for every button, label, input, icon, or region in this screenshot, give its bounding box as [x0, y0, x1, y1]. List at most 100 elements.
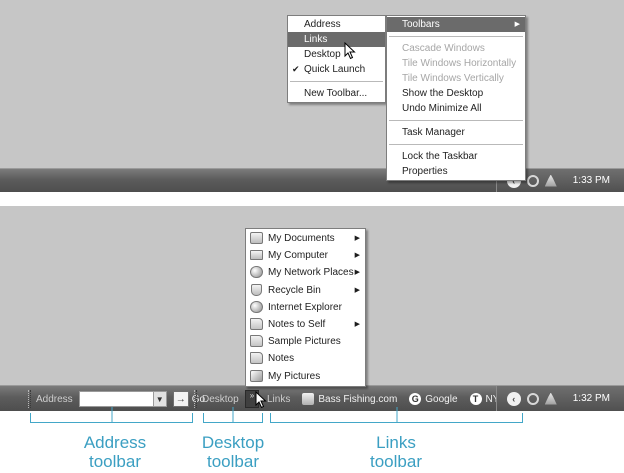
links-label: Links — [267, 393, 291, 405]
menu-item-show-desktop[interactable]: Show the Desktop — [387, 86, 525, 101]
desktop-toolbar-bracket — [203, 407, 263, 423]
menu-item-label: Task Manager — [402, 127, 465, 138]
bracket-tick — [232, 407, 234, 423]
menu-item-properties[interactable]: Properties — [387, 164, 525, 179]
menu-item-links[interactable]: Links — [288, 32, 385, 47]
globe-icon — [250, 300, 263, 313]
address-label: Address — [36, 393, 73, 405]
toolbar-grip[interactable] — [28, 390, 31, 408]
callout-line: toolbar — [89, 452, 141, 471]
checkmark-icon: ✔ — [292, 64, 300, 74]
taskbar-bottom[interactable]: Address ▼ → Go Desktop » Links Bass Fish… — [0, 385, 624, 411]
menu-item-my-documents[interactable]: My Documents ▶ — [246, 230, 365, 247]
mouse-pointer-icon — [255, 391, 267, 409]
desktop-label: Desktop — [202, 393, 239, 405]
toolbar-grip[interactable] — [194, 390, 197, 408]
callout-line: toolbar — [370, 452, 422, 471]
menu-item-tile-horizontally[interactable]: Tile Windows Horizontally — [387, 56, 525, 71]
menu-item-my-network-places[interactable]: My Network Places ▶ — [246, 264, 365, 281]
security-icon[interactable] — [526, 392, 539, 405]
menu-item-undo-minimize[interactable]: Undo Minimize All — [387, 101, 525, 116]
submenu-arrow-icon: ▶ — [354, 320, 360, 328]
recycle-bin-icon — [251, 283, 262, 296]
messenger-icon[interactable] — [544, 392, 557, 405]
clock[interactable]: 1:32 PM — [573, 393, 610, 404]
mouse-pointer-icon — [344, 42, 356, 60]
menu-item-task-manager[interactable]: Task Manager — [387, 125, 525, 140]
menu-item-cascade-windows[interactable]: Cascade Windows — [387, 41, 525, 56]
menu-item-label: Address — [304, 19, 341, 30]
menu-item-notes[interactable]: Notes — [246, 350, 365, 367]
folder-icon — [250, 317, 263, 330]
link-google[interactable]: G Google — [409, 393, 458, 405]
address-dropdown-icon[interactable]: ▼ — [152, 391, 167, 407]
submenu-arrow-icon: ▶ — [354, 235, 360, 242]
link-label: Bass Fishing.com — [318, 393, 398, 405]
folder-icon — [250, 352, 263, 365]
links-toolbar: » Links Bass Fishing.com GGoogle TNY Tim… — [245, 386, 529, 412]
callout-line: Links — [376, 433, 416, 452]
tray-expand-icon[interactable]: ‹ — [506, 391, 521, 406]
menu-item-my-computer[interactable]: My Computer ▶ — [246, 247, 365, 264]
taskbar-context-menu: Toolbars ▶ Cascade Windows Tile Windows H… — [386, 15, 526, 181]
menu-item-label: New Toolbar... — [304, 88, 368, 99]
desktop-toolbar-callout: Desktop toolbar — [178, 433, 288, 471]
menu-item-label: Properties — [402, 166, 448, 177]
computer-icon — [250, 250, 263, 261]
link-label: Google — [425, 393, 458, 405]
menu-item-label: Quick Launch — [304, 64, 366, 75]
menu-item-notes-to-self[interactable]: Notes to Self ▶ — [246, 316, 365, 333]
bracket-tick — [111, 407, 112, 423]
menu-item-label: Desktop — [304, 49, 341, 60]
menu-item-address[interactable]: Address — [288, 17, 385, 32]
toolbars-submenu: Address Links Desktop ✔ Quick Launch New … — [287, 15, 386, 103]
address-toolbar: Address ▼ → Go — [28, 386, 205, 412]
menu-separator — [389, 36, 523, 37]
web-page-icon — [302, 393, 315, 405]
address-input[interactable] — [78, 391, 154, 407]
menu-item-new-toolbar[interactable]: New Toolbar... — [288, 86, 385, 101]
submenu-arrow-icon: ▶ — [354, 252, 360, 260]
menu-item-label: Tile Windows Vertically — [402, 73, 504, 84]
menu-item-recycle-bin[interactable]: Recycle Bin ▶ — [246, 282, 365, 299]
callout-line: Address — [83, 433, 147, 452]
link-bass-fishing[interactable]: Bass Fishing.com — [302, 393, 397, 405]
go-arrow-icon[interactable]: → — [172, 391, 189, 407]
menu-item-label: Undo Minimize All — [402, 103, 482, 114]
messenger-icon[interactable] — [544, 174, 557, 187]
taskbar-top[interactable]: ‹ 1:33 PM — [0, 168, 624, 192]
menu-item-label: Toolbars — [402, 19, 440, 30]
menu-separator — [290, 81, 383, 82]
menu-item-label: My Documents — [268, 233, 335, 244]
menu-item-desktop[interactable]: Desktop — [288, 47, 385, 62]
menu-item-label: Links — [304, 34, 328, 45]
pictures-icon — [250, 369, 263, 382]
menu-item-my-pictures[interactable]: My Pictures — [246, 368, 365, 385]
system-tray-bottom: ‹ 1:32 PM — [495, 386, 624, 411]
menu-item-internet-explorer[interactable]: Internet Explorer — [246, 299, 365, 316]
address-toolbar-bracket — [30, 407, 193, 423]
submenu-arrow-icon: ▶ — [514, 21, 520, 28]
menu-item-tile-vertically[interactable]: Tile Windows Vertically — [387, 71, 525, 86]
links-toolbar-bracket — [270, 407, 523, 423]
security-icon[interactable] — [526, 174, 539, 187]
menu-item-toolbars[interactable]: Toolbars ▶ — [387, 17, 525, 32]
menu-item-quick-launch[interactable]: ✔ Quick Launch — [288, 62, 385, 77]
menu-separator — [389, 144, 523, 145]
menu-item-lock-taskbar[interactable]: Lock the Taskbar — [387, 149, 525, 164]
clock[interactable]: 1:33 PM — [573, 175, 610, 186]
callout-line: toolbar — [207, 452, 259, 471]
network-icon — [250, 266, 263, 279]
menu-item-label: My Computer — [268, 250, 329, 262]
menu-item-label: Show the Desktop — [402, 88, 484, 99]
callout-line: Desktop — [201, 433, 265, 452]
menu-item-sample-pictures[interactable]: Sample Pictures — [246, 333, 365, 350]
menu-item-label: Recycle Bin — [268, 284, 321, 296]
submenu-arrow-icon: ▶ — [354, 269, 360, 277]
menu-item-label: Cascade Windows — [402, 43, 485, 54]
folder-icon — [250, 335, 263, 348]
bracket-tick — [396, 407, 397, 423]
links-toolbar-callout: Links toolbar — [346, 433, 446, 471]
google-icon: G — [409, 393, 422, 405]
links-overflow-menu: My Documents ▶ My Computer ▶ My Network Pl… — [245, 228, 366, 387]
